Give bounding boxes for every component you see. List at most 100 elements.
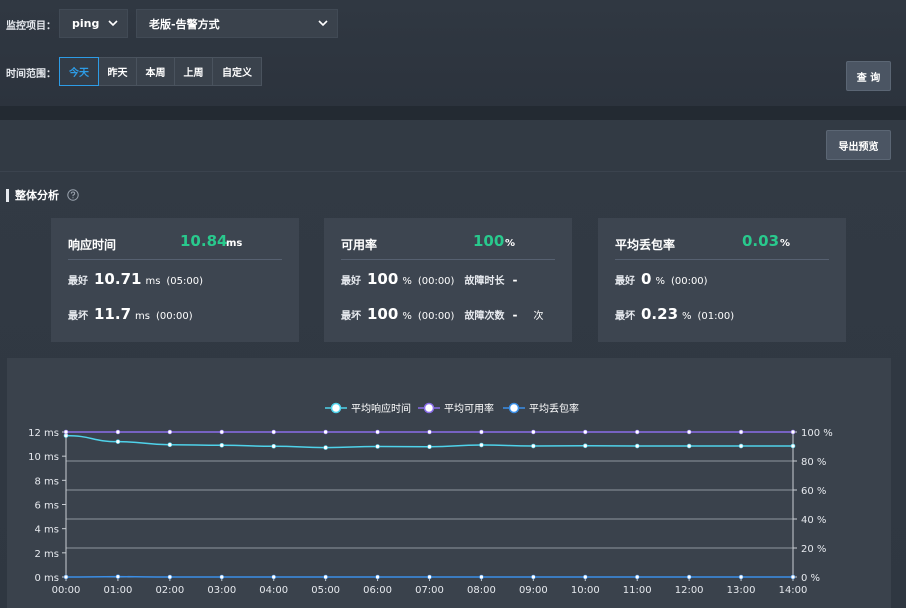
alert-mode-select[interactable]: 老版-告警方式: [136, 9, 338, 38]
response-time-series-point: [271, 443, 277, 449]
worst-value: 0.23: [641, 305, 679, 323]
card-title: 响应时间: [68, 238, 117, 252]
response-time-unit: ms: [226, 238, 243, 249]
availability-series-point: [427, 429, 432, 435]
left-axis-label: 6 ms: [35, 501, 60, 512]
x-axis-label: 05:00: [311, 585, 340, 596]
packet-loss-series-point: [686, 574, 692, 580]
worst-value: 100: [367, 305, 399, 323]
worst-unit: ms: [135, 311, 150, 322]
time-range-tabs: 今天 昨天 本周 上周 自定义: [59, 57, 262, 86]
best-label: 最好: [341, 276, 361, 287]
x-axis-label: 10:00: [571, 585, 600, 596]
help-icon[interactable]: [67, 189, 79, 201]
best-row: 最好 100 % (00:00) 故障时长 -: [341, 270, 517, 288]
right-axis-label: 40 %: [801, 515, 826, 526]
fault-duration-value: -: [512, 273, 518, 287]
right-axis-label: 0 %: [801, 573, 820, 584]
x-axis-label: 06:00: [363, 585, 392, 596]
export-preview-button[interactable]: 导出预览: [826, 130, 891, 160]
availability-series-point: [479, 429, 484, 435]
fault-count-label: 故障次数: [464, 311, 505, 322]
section-marker: [6, 188, 9, 202]
packet-loss-series-point: [738, 574, 744, 580]
availability-series-point: [582, 429, 588, 435]
worst-label: 最坏: [68, 311, 88, 322]
x-axis-label: 04:00: [259, 585, 288, 596]
best-label: 最好: [615, 276, 635, 287]
best-unit: ms: [145, 276, 161, 287]
response-time-series-point: [686, 443, 692, 449]
response-time-series-point: [479, 442, 484, 448]
packet-loss-card: 平均丢包率 0.03 % 最好 0 % (00:00) 最坏 0.23 % (0…: [598, 218, 846, 342]
response-time-series-point: [790, 443, 796, 449]
availability-series-point: [63, 429, 69, 435]
packet-loss-series-point: [219, 574, 225, 580]
x-axis-label: 11:00: [623, 585, 652, 596]
time-range-label: 时间范围：: [6, 69, 56, 80]
worst-unit: %: [682, 311, 692, 322]
fault-count-value: -: [512, 308, 518, 322]
response-time-series-point: [634, 443, 640, 449]
worst-time: (00:00): [417, 311, 455, 322]
tab-yesterday[interactable]: 昨天: [98, 57, 137, 86]
packet-loss-series-point: [63, 574, 69, 580]
x-axis-label: 09:00: [519, 585, 548, 596]
x-axis-label: 00:00: [52, 585, 81, 596]
response-time-series-point: [323, 445, 328, 450]
monitor-item-select[interactable]: ping: [59, 9, 128, 38]
card-divider: [341, 259, 555, 260]
fault-count-unit: 次: [533, 311, 544, 322]
tab-this-week[interactable]: 本周: [136, 57, 175, 86]
monitor-item-label: 监控项目：: [6, 21, 56, 32]
tab-today[interactable]: 今天: [59, 57, 99, 86]
panel-divider: [0, 106, 906, 120]
best-time: (00:00): [670, 276, 708, 287]
packet-loss-series-point: [531, 574, 536, 580]
tab-custom[interactable]: 自定义: [212, 57, 262, 86]
packet-loss-value: 0.03: [742, 232, 780, 250]
x-axis-label: 07:00: [415, 585, 444, 596]
packet-loss-series-point: [634, 574, 640, 580]
legend-marker: [423, 402, 435, 414]
right-axis-label: 100 %: [801, 428, 833, 439]
trend-chart: 0 % 20 % 40 % 60 % 80 % 100 % 0 ms 2 ms 4 ms 6 ms…: [28, 402, 833, 596]
card-divider: [615, 259, 829, 260]
x-axis-label: 01:00: [104, 585, 133, 596]
section-title: 整体分析: [15, 189, 59, 202]
worst-time: (00:00): [155, 311, 193, 322]
availability-series-point: [634, 429, 640, 435]
left-axis-label: 4 ms: [35, 525, 60, 536]
packet-loss-series-point: [271, 574, 277, 580]
legend-marker: [330, 402, 342, 414]
response-time-series-point: [427, 444, 432, 450]
packet-loss-unit: %: [780, 238, 791, 249]
trend-chart-container: 0 % 20 % 40 % 60 % 80 % 100 % 0 ms 2 ms 4 ms 6 ms…: [7, 358, 891, 608]
availability-series-point: [219, 429, 225, 435]
availability-card: 可用率 100 % 最好 100 % (00:00) 故障时长 - 最坏 100…: [324, 218, 572, 342]
x-axis-label: 13:00: [727, 585, 756, 596]
left-axis-label: 2 ms: [35, 549, 60, 560]
availability-series-point: [323, 429, 328, 435]
availability-series-point: [167, 429, 173, 435]
alert-mode-value: 老版-告警方式: [149, 17, 220, 31]
packet-loss-series-point: [479, 574, 484, 580]
card-divider: [68, 259, 282, 260]
response-time-series-point: [531, 443, 536, 449]
best-value: 100: [367, 270, 399, 288]
legend-label: 平均可用率: [444, 402, 494, 415]
worst-row: 最坏 0.23 % (01:00): [615, 305, 734, 323]
x-axis-label: 14:00: [779, 585, 808, 596]
worst-row: 最坏 11.7 ms (00:00): [68, 305, 193, 323]
best-row: 最好 10.71 ms (05:00): [68, 270, 203, 288]
legend-label: 平均丢包率: [529, 402, 579, 415]
tab-last-week[interactable]: 上周: [174, 57, 213, 86]
best-value: 0: [641, 270, 652, 288]
x-axis-label: 03:00: [207, 585, 236, 596]
right-axis-label: 60 %: [801, 486, 826, 497]
response-time-series-point: [219, 442, 225, 448]
chevron-down-icon: [318, 20, 328, 27]
best-unit: %: [655, 276, 665, 287]
query-button[interactable]: 查 询: [846, 61, 891, 91]
card-title: 平均丢包率: [615, 238, 676, 252]
